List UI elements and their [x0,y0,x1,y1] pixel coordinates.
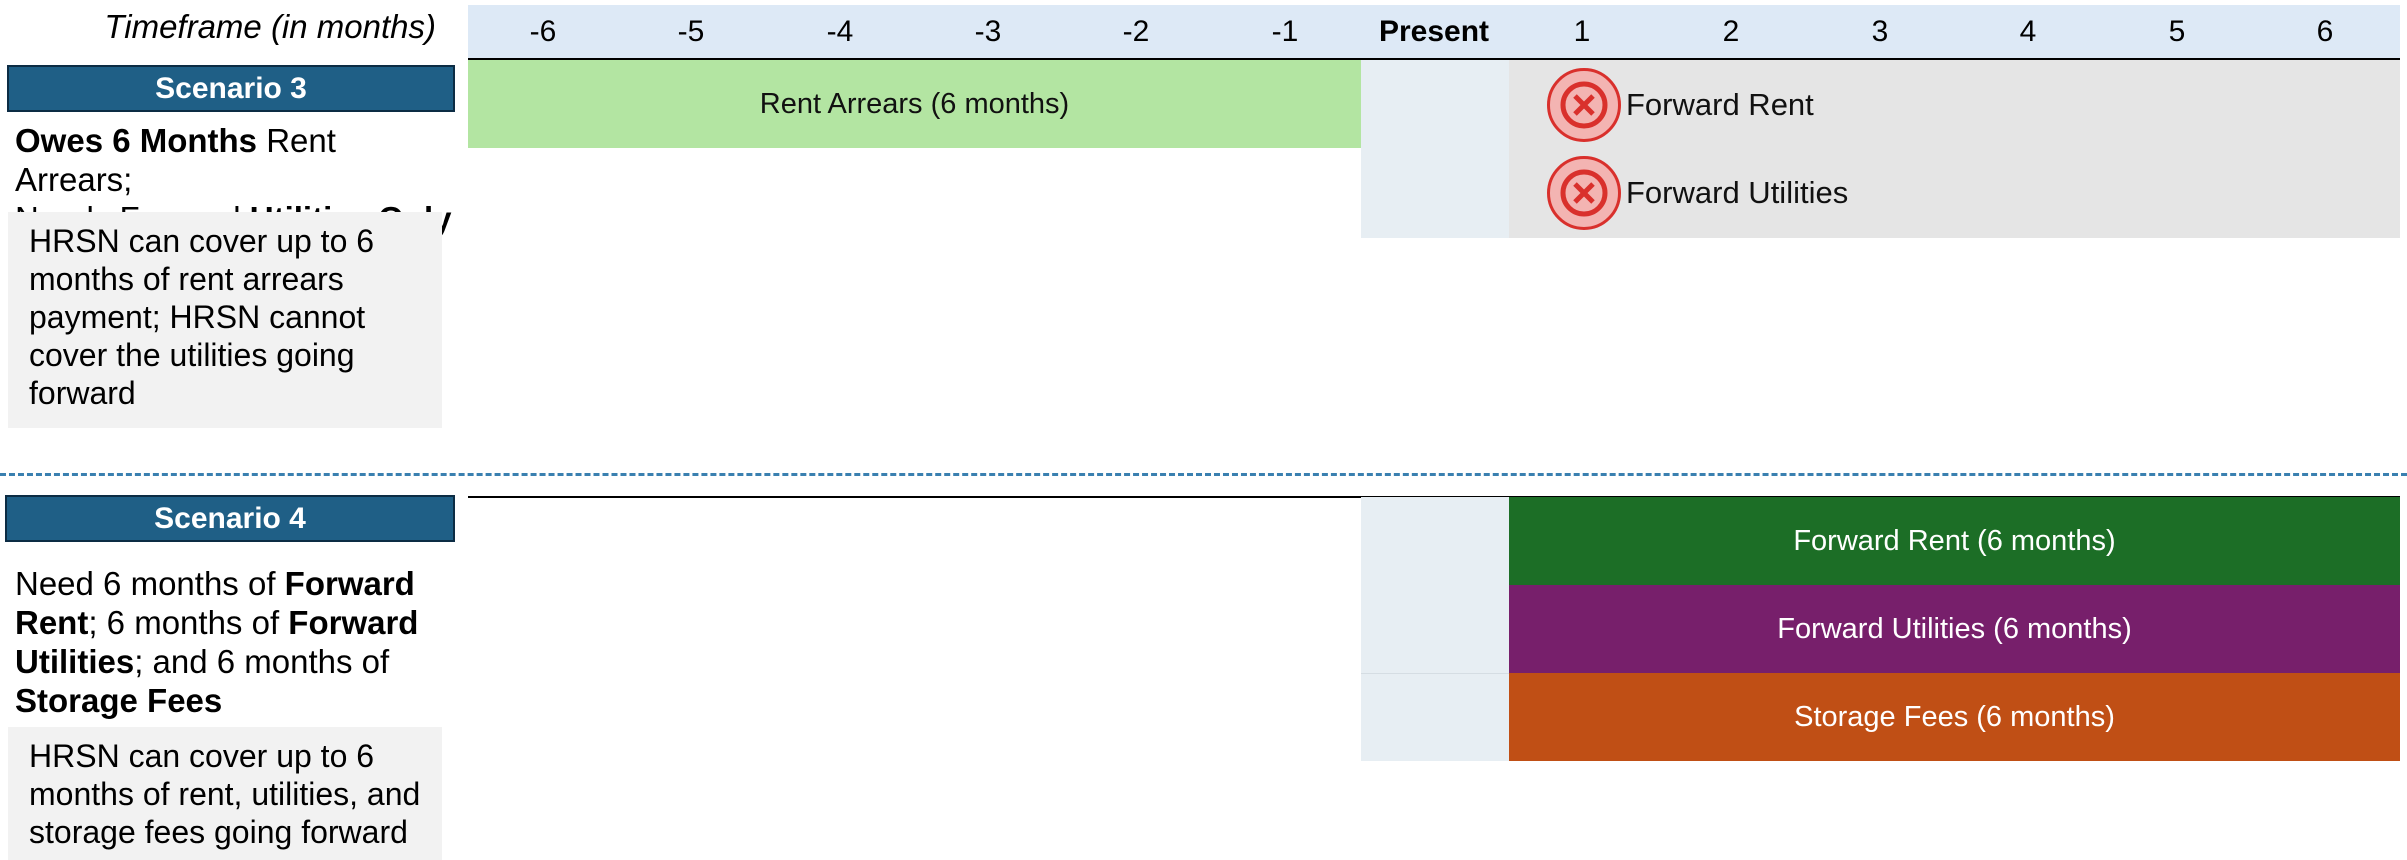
present-column-s4 [1361,497,1509,761]
tick-minus-1: -1 [1271,15,1299,48]
rent-arrears-bar: Rent Arrears (6 months) [468,60,1361,148]
x-circle-icon [1560,169,1608,217]
desc-text: Need 6 months of [15,565,285,602]
tick-6: 6 [2316,15,2334,48]
coverage-bar: Forward Utilities (6 months) [1509,585,2400,673]
not-covered-icon [1547,156,1621,230]
scenario-4-header: Scenario 4 [5,495,455,542]
tick-3: 3 [1871,15,1889,48]
tick-minus-2: -2 [1122,15,1150,48]
tick-4: 4 [2019,15,2037,48]
tick-5: 5 [2168,15,2186,48]
scenario-4-note: HRSN can cover up to 6 months of rent, u… [8,727,442,860]
timeframe-label: Timeframe (in months) [104,8,436,45]
not-covered-icon [1547,68,1621,142]
desc-bold: Storage Fees [15,682,223,719]
desc-text: ; and 6 months of [134,643,390,680]
tick-1: 1 [1573,15,1591,48]
coverage-bar: Forward Rent (6 months) [1509,497,2400,585]
forward-rent-label: Forward Rent [1626,87,1814,122]
tick-minus-6: -6 [529,15,557,48]
coverage-bar: Storage Fees (6 months) [1509,673,2400,761]
tick-present: Present [1378,15,1490,48]
desc-bold: Owes 6 Months [15,122,258,159]
present-column-divider [1361,673,1509,674]
scenario-divider [0,473,2407,476]
present-column-s3 [1361,60,1509,238]
x-circle-icon [1560,81,1608,129]
tick-minus-4: -4 [826,15,854,48]
forward-utilities-label: Forward Utilities [1626,175,1849,210]
scenario-4-description: Need 6 months of Forward Rent; 6 months … [15,564,455,720]
scenario-3-header: Scenario 3 [7,65,455,112]
tick-2: 2 [1722,15,1740,48]
desc-text: ; 6 months of [88,604,289,641]
scenario-3-note: HRSN can cover up to 6 months of rent ar… [8,212,442,428]
tick-minus-5: -5 [677,15,705,48]
tick-minus-3: -3 [974,15,1002,48]
